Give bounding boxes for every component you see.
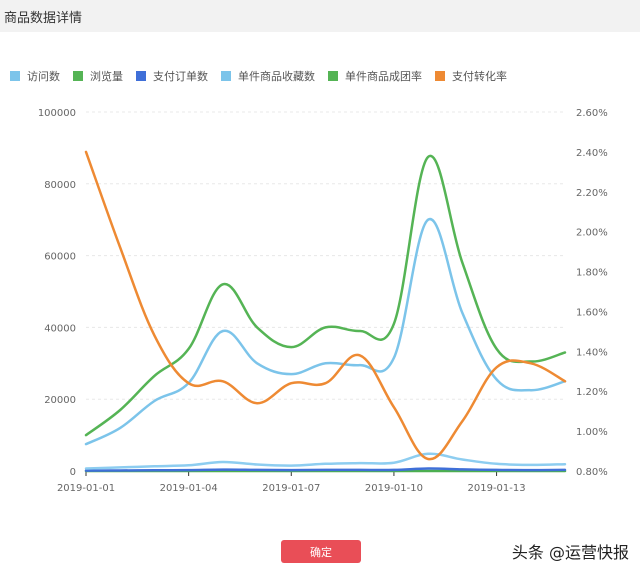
series-line-0 <box>84 218 567 446</box>
legend-item-1[interactable]: 浏览量 <box>73 68 123 84</box>
page-title: 商品数据详情 <box>4 11 83 26</box>
series-line-1 <box>84 154 567 437</box>
y-right-tick-label: 2.00% <box>576 228 608 239</box>
x-tick-label: 2019-01-04 <box>160 483 218 494</box>
series-line-2 <box>84 467 567 472</box>
y-left-tick-label: 20000 <box>44 395 76 406</box>
legend-item-3[interactable]: 单件商品收藏数 <box>221 68 315 84</box>
y-right-tick-label: 2.40% <box>576 148 608 159</box>
y-right-tick-label: 1.00% <box>576 427 608 438</box>
legend-swatch-icon <box>136 71 146 81</box>
line-chart: 0 20000 40000 60000 80000 100000 0.80% 1.00% 1.2… <box>38 108 608 494</box>
legend-label: 单件商品成团率 <box>345 70 422 83</box>
legend-swatch-icon <box>221 71 231 81</box>
legend-swatch-icon <box>435 71 445 81</box>
legend-swatch-icon <box>328 71 338 81</box>
y-right-tick-label: 2.20% <box>576 188 608 199</box>
legend-swatch-icon <box>73 71 83 81</box>
y-left-tick-label: 40000 <box>44 323 76 334</box>
legend-swatch-icon <box>10 71 20 81</box>
y-left-tick-label: 0 <box>70 467 76 478</box>
y-right-tick-label: 0.80% <box>576 467 608 478</box>
y-right-tick-label: 1.80% <box>576 268 608 279</box>
title-bar: 商品数据详情 <box>0 0 640 32</box>
series-line-5 <box>84 150 567 461</box>
y-right-tick-label: 1.40% <box>576 347 608 358</box>
legend-item-0[interactable]: 访问数 <box>10 68 60 84</box>
y-left-tick-label: 80000 <box>44 180 76 191</box>
y-right-tick-label: 1.20% <box>576 387 608 398</box>
y-right-tick-label: 1.60% <box>576 307 608 318</box>
chart-legend: 访问数 浏览量 支付订单数 单件商品收藏数 单件商品成团率 支付转化率 <box>10 68 520 84</box>
x-tick-label: 2019-01-07 <box>262 483 320 494</box>
x-tick-label: 2019-01-13 <box>468 483 526 494</box>
x-tick-label: 2019-01-10 <box>365 483 423 494</box>
legend-item-2[interactable]: 支付订单数 <box>136 68 208 84</box>
y-right-tick-label: 2.60% <box>576 108 608 119</box>
legend-item-5[interactable]: 支付转化率 <box>435 68 507 84</box>
confirm-button[interactable]: 确定 <box>281 540 361 563</box>
x-tick-label: 2019-01-01 <box>57 483 115 494</box>
watermark-text: 头条 @运营快报 <box>511 543 629 562</box>
legend-label: 支付转化率 <box>452 70 507 83</box>
legend-label: 单件商品收藏数 <box>238 70 315 83</box>
y-left-tick-label: 100000 <box>38 108 76 119</box>
legend-item-4[interactable]: 单件商品成团率 <box>328 68 422 84</box>
y-left-tick-label: 60000 <box>44 252 76 263</box>
legend-label: 支付订单数 <box>153 70 208 83</box>
series-line-3 <box>84 452 567 470</box>
legend-label: 访问数 <box>27 70 60 83</box>
legend-label: 浏览量 <box>90 70 123 83</box>
